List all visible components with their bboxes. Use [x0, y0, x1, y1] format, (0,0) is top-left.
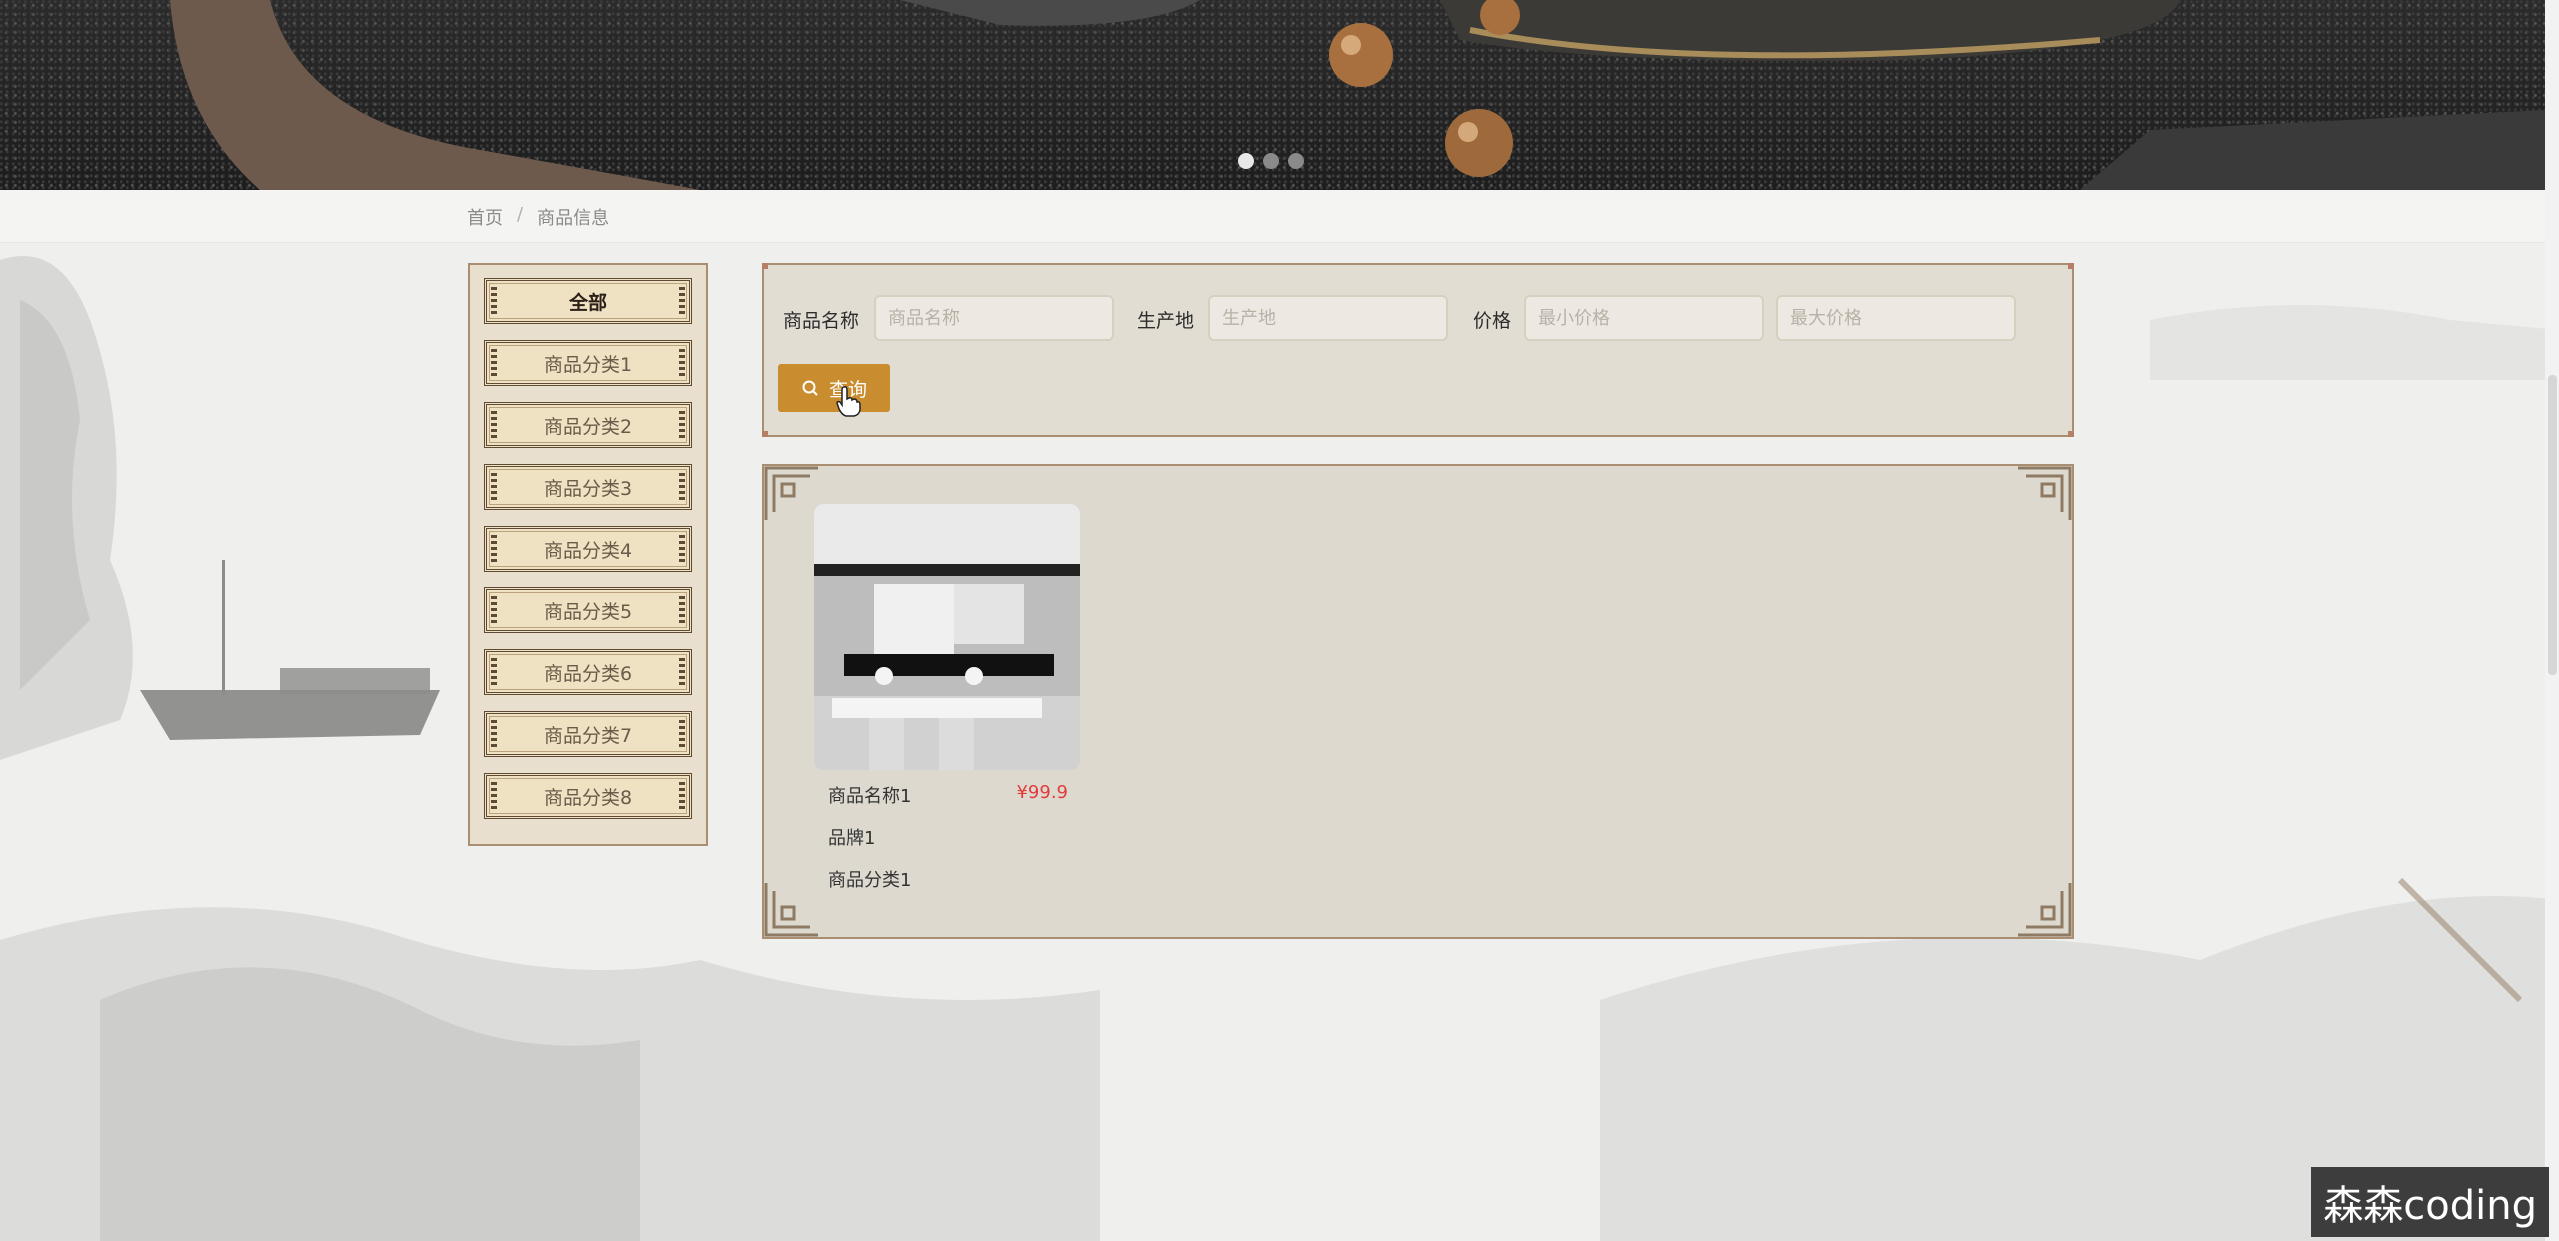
- category-item-5[interactable]: 商品分类5: [484, 587, 692, 633]
- category-all[interactable]: 全部: [484, 278, 692, 324]
- category-item-1[interactable]: 商品分类1: [484, 340, 692, 386]
- category-item-3[interactable]: 商品分类3: [484, 464, 692, 510]
- max-price-input[interactable]: [1776, 295, 2016, 341]
- ornament-corner-icon: [2018, 883, 2072, 937]
- product-photo: [814, 504, 1080, 770]
- product-price: ¥99.9: [1016, 782, 1068, 803]
- price-label: 价格: [1473, 310, 1512, 332]
- category-item-4[interactable]: 商品分类4: [484, 526, 692, 572]
- hero-banner: [0, 0, 2545, 190]
- product-category-row: 商品分类1: [814, 854, 1080, 896]
- min-price-input[interactable]: [1524, 295, 1764, 341]
- ornament-corner-icon: [764, 883, 818, 937]
- product-card[interactable]: 商品名称1 ¥99.9 品牌1 商品分类1: [814, 504, 1080, 896]
- category-sidebar: 全部 商品分类1 商品分类2 商品分类3 商品分类4 商品分类5 商品分类6 商…: [468, 263, 708, 846]
- category-item-8[interactable]: 商品分类8: [484, 773, 692, 819]
- banner-image: [170, 0, 2545, 190]
- product-title-row: 商品名称1 ¥99.9: [814, 770, 1080, 812]
- product-name-label: 商品名称: [783, 310, 860, 332]
- product-list-panel: 商品名称1 ¥99.9 品牌1 商品分类1: [762, 464, 2074, 939]
- category-item-7[interactable]: 商品分类7: [484, 711, 692, 757]
- product-name-input[interactable]: [874, 295, 1114, 341]
- ornament-corner-icon: [2018, 466, 2072, 520]
- category-item-6[interactable]: 商品分类6: [484, 649, 692, 695]
- panel-corner: [2068, 431, 2074, 437]
- panel-corner: [762, 263, 768, 269]
- product-name[interactable]: 商品名称1: [828, 782, 911, 808]
- category-item-2[interactable]: 商品分类2: [484, 402, 692, 448]
- product-brand-row: 品牌1: [814, 812, 1080, 854]
- breadcrumb-home[interactable]: 首页: [467, 204, 503, 230]
- breadcrumb: 首页 / 商品信息: [467, 204, 609, 230]
- origin-label: 生产地: [1137, 310, 1195, 332]
- breadcrumb-current: 商品信息: [537, 208, 610, 229]
- origin-input[interactable]: [1208, 295, 1448, 341]
- hand-cursor-icon: [836, 386, 861, 417]
- scrollbar-thumb[interactable]: [2548, 375, 2557, 675]
- page-scrollbar[interactable]: [2545, 0, 2559, 1241]
- breadcrumb-separator: /: [517, 204, 524, 225]
- product-category: 商品分类1: [828, 870, 912, 891]
- breadcrumb-bar: 首页 / 商品信息: [0, 190, 2545, 243]
- carousel-dot-1: [1238, 153, 1254, 169]
- panel-corner: [2068, 263, 2074, 269]
- search-panel: 商品名称 生产地 价格 查询: [762, 263, 2074, 437]
- watermark: 森森coding: [2311, 1167, 2549, 1237]
- product-image[interactable]: [814, 504, 1080, 770]
- carousel-dot-2: [1263, 153, 1279, 169]
- panel-corner: [762, 431, 768, 437]
- ornament-corner-icon: [764, 466, 818, 520]
- product-brand: 品牌1: [828, 828, 876, 849]
- search-icon: [802, 380, 818, 396]
- search-button[interactable]: 查询: [778, 364, 890, 412]
- carousel-dot-3: [1288, 153, 1304, 169]
